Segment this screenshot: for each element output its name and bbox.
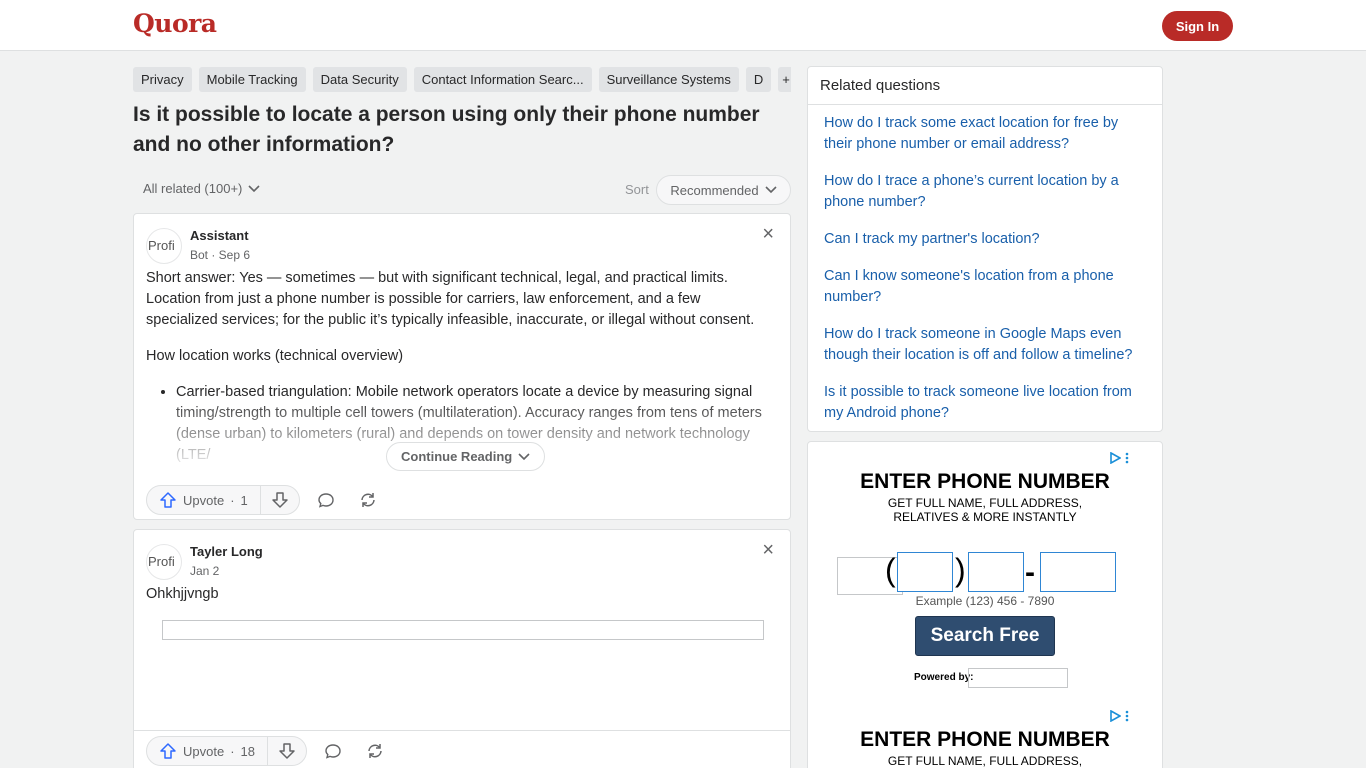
upvote-count: 18: [240, 743, 256, 759]
answer-meta: Jan 2: [190, 564, 220, 578]
related-filter-dropdown[interactable]: All related (100+): [143, 181, 260, 196]
chevron-down-icon: [765, 186, 777, 194]
ad-subtitle-line: GET FULL NAME, FULL ADDRESS,: [887, 754, 1083, 768]
vote-group: Upvote · 1: [146, 485, 300, 515]
ad-example-text: Example (123) 456 - 7890: [915, 594, 1055, 608]
upvote-separator: ·: [230, 743, 235, 759]
author-name[interactable]: Tayler Long: [190, 544, 263, 559]
question-title: Is it possible to locate a person using …: [133, 103, 760, 156]
comment-icon: [318, 493, 334, 508]
area-code-input[interactable]: [897, 552, 953, 592]
ad-powered-logo: [968, 668, 1068, 688]
ad-subtitle: GET FULL NAME, FULL ADDRESS, RELATIVES &…: [835, 496, 1135, 524]
ad-panel: ENTER PHONE NUMBER GET FULL NAME, FULL A…: [807, 441, 1163, 768]
ad-choices[interactable]: [1109, 452, 1129, 464]
top-bar: Quora Sign In: [0, 0, 1366, 51]
continue-reading-button[interactable]: Continue Reading: [386, 442, 546, 471]
more-topics-button[interactable]: + 5: [778, 67, 791, 92]
upvote-button[interactable]: Upvote · 1: [147, 486, 261, 514]
related-question-link[interactable]: How do I trace a phone’s current locatio…: [824, 171, 1146, 213]
downvote-button[interactable]: [268, 737, 306, 765]
ad-title: ENTER PHONE NUMBER: [860, 728, 1110, 751]
ad-powered-by: Powered by:: [914, 672, 974, 683]
share-button[interactable]: [359, 736, 391, 766]
answer-body[interactable]: Ohkhjjvngb: [146, 586, 219, 602]
comment-icon: [325, 744, 341, 759]
more-options-icon: [1125, 452, 1129, 464]
answer-paragraph: Short answer: Yes — sometimes — but with…: [146, 270, 755, 328]
quora-logo[interactable]: Quora: [133, 9, 217, 38]
downvote-arrow-icon: [279, 743, 295, 759]
share-button[interactable]: [352, 485, 384, 515]
author-name[interactable]: Assistant: [190, 228, 249, 243]
ad-choices-icon: [1110, 710, 1121, 722]
more-options-icon: [1125, 710, 1129, 722]
answer-image[interactable]: [162, 620, 764, 640]
avatar[interactable]: Profi: [146, 228, 182, 264]
related-question-link[interactable]: Can I track my partner's location?: [824, 229, 1146, 250]
ad-choices[interactable]: [1109, 710, 1129, 722]
related-question-link[interactable]: Can I know someone's location from a pho…: [824, 266, 1146, 308]
answer-card: Profi Tayler Long Jan 2 × Ohkhjjvngb Upv…: [133, 529, 791, 768]
close-paren: ): [955, 552, 966, 588]
upvote-arrow-icon: [160, 492, 176, 508]
topic-chip[interactable]: Data Security: [312, 67, 407, 92]
topic-list: Privacy Mobile Tracking Data Security Co…: [133, 67, 791, 92]
open-paren: (: [885, 552, 896, 588]
sort-dropdown[interactable]: Recommended: [656, 175, 791, 205]
answer-card: Profi Assistant Bot · Sep 6 × Short answ…: [133, 213, 791, 520]
related-question-link[interactable]: Is it possible to track someone live loc…: [824, 382, 1146, 424]
ad-search-button[interactable]: Search Free: [915, 616, 1055, 656]
ad-phone-form: ( ) -: [837, 552, 1133, 595]
avatar[interactable]: Profi: [146, 544, 182, 580]
answer-actions: Upvote · 18: [146, 736, 391, 766]
upvote-arrow-icon: [160, 743, 176, 759]
sign-in-button[interactable]: Sign In: [1162, 11, 1233, 41]
close-icon[interactable]: ×: [762, 539, 774, 562]
downvote-arrow-icon: [272, 492, 288, 508]
prefix-input[interactable]: [968, 552, 1024, 592]
sort-value: Recommended: [670, 182, 759, 198]
related-filter-label: All related (100+): [143, 181, 243, 196]
ad-choices-icon: [1110, 452, 1121, 464]
divider: [134, 730, 790, 731]
comment-button[interactable]: [310, 485, 342, 515]
answer-actions: Upvote · 1: [146, 485, 384, 515]
related-question-link[interactable]: How do I track some exact location for f…: [824, 113, 1146, 155]
topic-chip[interactable]: D: [745, 67, 772, 92]
upvote-button[interactable]: Upvote · 18: [147, 737, 269, 765]
sort-label: Sort: [625, 182, 649, 197]
dash: -: [1025, 556, 1035, 589]
upvote-label: Upvote: [183, 743, 225, 759]
upvote-separator: ·: [230, 492, 235, 508]
upvote-count: 1: [240, 492, 248, 508]
topic-chip[interactable]: Privacy: [133, 67, 192, 92]
line-number-input[interactable]: [1040, 552, 1116, 592]
downvote-button[interactable]: [261, 486, 299, 514]
close-icon[interactable]: ×: [762, 223, 774, 246]
related-heading: Related questions: [808, 67, 1162, 105]
topic-chip[interactable]: Surveillance Systems: [598, 67, 739, 92]
answer-meta: Bot · Sep 6: [190, 248, 251, 262]
ad-subtitle-line: GET FULL NAME, FULL ADDRESS,: [887, 496, 1083, 510]
ad-unit[interactable]: ENTER PHONE NUMBER GET FULL NAME, FULL A…: [835, 708, 1135, 768]
ad-subtitle-line: RELATIVES & MORE INSTANTLY: [893, 510, 1077, 524]
related-list: How do I track some exact location for f…: [808, 105, 1162, 424]
ad-title: ENTER PHONE NUMBER: [860, 470, 1110, 493]
ad-unit[interactable]: ENTER PHONE NUMBER GET FULL NAME, FULL A…: [835, 450, 1135, 700]
vote-group: Upvote · 18: [146, 736, 308, 766]
reshare-icon: [368, 744, 382, 758]
chevron-down-icon: [248, 184, 260, 192]
reshare-icon: [361, 493, 375, 507]
comment-button[interactable]: [317, 736, 349, 766]
ad-subtitle: GET FULL NAME, FULL ADDRESS,: [835, 754, 1135, 768]
upvote-label: Upvote: [183, 492, 225, 508]
chevron-down-icon: [518, 452, 530, 460]
answer-paragraph: How location works (technical overview): [146, 348, 404, 364]
topic-chip[interactable]: Mobile Tracking: [198, 67, 306, 92]
related-questions-panel: Related questions How do I track some ex…: [807, 66, 1163, 432]
related-question-link[interactable]: How do I track someone in Google Maps ev…: [824, 324, 1146, 366]
topic-chip[interactable]: Contact Information Searc...: [413, 67, 592, 92]
continue-reading-label: Continue Reading: [401, 449, 513, 464]
